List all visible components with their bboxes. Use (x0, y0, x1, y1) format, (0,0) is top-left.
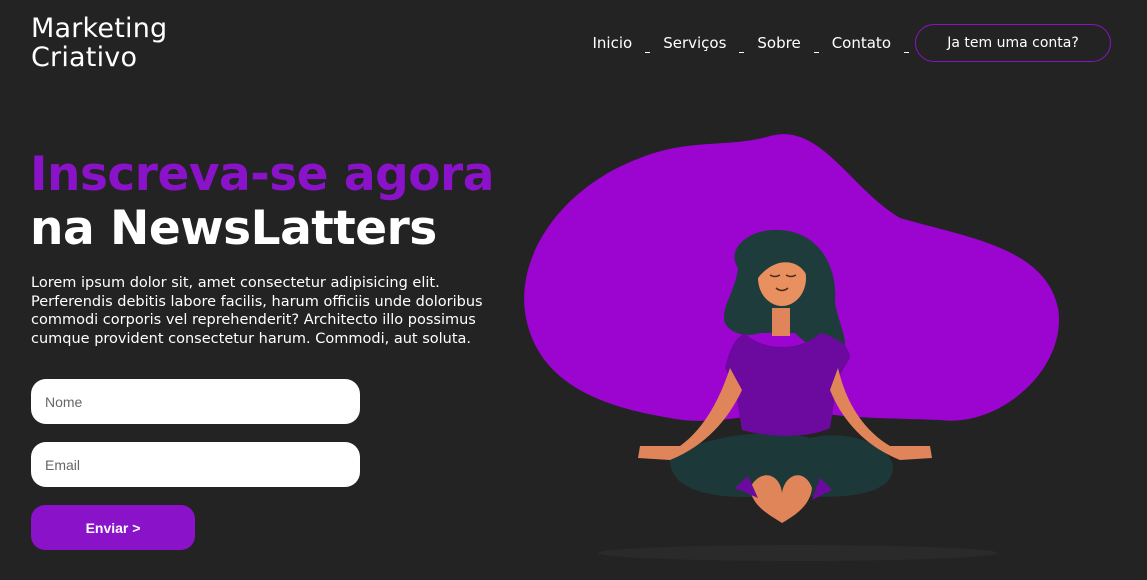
nav-separator (739, 52, 745, 53)
submit-button[interactable]: Enviar > (31, 505, 195, 550)
nav-separator (813, 52, 819, 53)
nav-contato[interactable]: Contato (823, 34, 900, 52)
main-nav: Inicio Serviços Sobre Contato Ja tem uma… (584, 23, 1111, 63)
meditating-woman-illustration (524, 134, 1059, 561)
nav-servicos[interactable]: Serviços (654, 34, 735, 52)
logo[interactable]: Marketing Criativo (31, 14, 167, 72)
name-input[interactable] (31, 379, 360, 424)
legs (670, 433, 893, 498)
logo-line1: Marketing (31, 13, 168, 44)
hero-title-line2: na NewsLatters (30, 201, 437, 256)
torso (725, 333, 850, 436)
hero-description: Lorem ipsum dolor sit, amet consectetur … (31, 275, 483, 347)
hero-title: Inscreva-se agora na NewsLatters (30, 148, 494, 256)
floor-shadow (598, 545, 998, 561)
neck (772, 308, 790, 336)
nav-separator (904, 52, 909, 53)
logo-line2: Criativo (31, 42, 138, 73)
nav-inicio[interactable]: Inicio (584, 34, 642, 52)
nav-separator (645, 52, 651, 53)
email-input[interactable] (31, 442, 360, 487)
hero-title-line1: Inscreva-se agora (30, 147, 494, 202)
nav-sobre[interactable]: Sobre (748, 34, 809, 52)
account-login-button[interactable]: Ja tem uma conta? (915, 24, 1111, 62)
